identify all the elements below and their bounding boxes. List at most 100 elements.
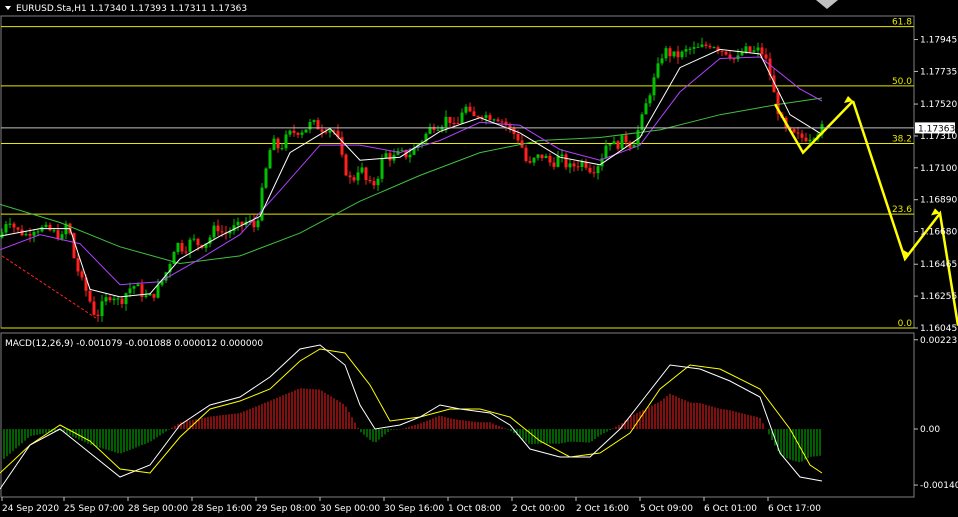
- candle-body: [352, 177, 356, 181]
- candle-body: [104, 297, 108, 302]
- candle-body: [712, 47, 716, 49]
- candle-body: [564, 154, 568, 168]
- candle-body: [176, 243, 180, 252]
- candle-body: [96, 314, 100, 316]
- candle-body: [88, 290, 92, 302]
- candle-body: [588, 167, 592, 173]
- candle-body: [28, 234, 32, 236]
- candle-body: [568, 163, 572, 168]
- candle-body: [808, 139, 812, 142]
- price-tick-label: 1.16890: [920, 196, 957, 206]
- candle-body: [596, 166, 600, 174]
- candle-body: [572, 163, 576, 167]
- candle-body: [500, 121, 504, 123]
- candle-body: [12, 223, 16, 228]
- candle-body: [60, 234, 64, 240]
- macd-tick-label: 0.00: [920, 425, 940, 435]
- time-tick-label: 28 Sep 16:00: [192, 504, 252, 514]
- trading-chart[interactable]: 61.850.038.223.60.0 1.17363 1.179451.177…: [0, 0, 958, 517]
- candle-body: [192, 238, 196, 240]
- candle-body: [132, 286, 136, 289]
- macd-tick-label: -0.001401: [920, 481, 958, 491]
- time-tick-label: 6 Oct 01:00: [704, 504, 757, 514]
- candle-body: [672, 51, 676, 57]
- candle-body: [384, 153, 388, 159]
- candle-body: [528, 161, 532, 163]
- candle-body: [196, 238, 200, 245]
- candle-body: [708, 45, 712, 48]
- candle-body: [436, 129, 440, 131]
- candle-body: [656, 63, 660, 78]
- price-tick-label: 1.16680: [920, 228, 957, 238]
- candle-body: [348, 175, 352, 178]
- candle-body: [452, 123, 456, 124]
- candle-body: [680, 51, 684, 58]
- candle-body: [408, 154, 412, 158]
- candle-body: [532, 157, 536, 163]
- candle-body: [444, 116, 448, 127]
- candle-body: [120, 298, 124, 304]
- fib-label-3: 23.6: [892, 205, 912, 215]
- candle-body: [24, 234, 28, 236]
- candle-body: [692, 47, 696, 49]
- candle-body: [760, 47, 764, 55]
- candle-body: [36, 231, 40, 233]
- candle-body: [652, 77, 656, 96]
- symbol-header: EURUSD.Sta,H1 1.17340 1.17393 1.17311 1.…: [16, 4, 247, 14]
- candle-body: [800, 133, 804, 138]
- candle-body: [540, 154, 544, 159]
- candle-body: [804, 137, 808, 142]
- candle-body: [136, 284, 140, 287]
- price-tick-label: 1.17310: [920, 132, 957, 142]
- candle-body: [732, 58, 736, 60]
- candle-body: [432, 126, 436, 130]
- candle-body: [648, 95, 652, 104]
- candle-body: [344, 154, 348, 176]
- price-tick-label: 1.16255: [920, 292, 957, 302]
- candle-body: [16, 227, 20, 230]
- candle-body: [40, 227, 44, 232]
- candle-body: [52, 230, 56, 232]
- candle-body: [56, 230, 60, 239]
- candle-body: [320, 129, 324, 132]
- candle-body: [388, 153, 392, 161]
- fib-label-0: 61.8: [892, 18, 912, 28]
- candle-body: [660, 58, 664, 64]
- candle-body: [516, 134, 520, 141]
- candle-body: [48, 224, 52, 231]
- candle-body: [112, 298, 116, 301]
- candle-body: [764, 54, 768, 59]
- price-tick-label: 1.17735: [920, 67, 957, 77]
- candle-body: [76, 258, 80, 272]
- candle-body: [472, 111, 476, 117]
- candle-body: [456, 123, 460, 125]
- candle-body: [296, 132, 300, 135]
- candle-body: [360, 167, 364, 173]
- candle-body: [368, 180, 372, 182]
- candle-body: [460, 112, 464, 124]
- candle-body: [284, 134, 288, 149]
- candle-body: [476, 116, 480, 118]
- candle-body: [684, 49, 688, 52]
- candle-body: [496, 119, 500, 122]
- candle-body: [156, 284, 160, 298]
- candle-body: [796, 132, 800, 134]
- candle-body: [4, 224, 8, 233]
- candle-body: [544, 155, 548, 158]
- time-tick-label: 30 Sep 16:00: [384, 504, 444, 514]
- candle-body: [620, 135, 624, 149]
- candle-body: [280, 148, 284, 150]
- candle-body: [124, 293, 128, 304]
- time-tick-label: 1 Oct 08:00: [448, 504, 501, 514]
- candle-body: [696, 46, 700, 48]
- candle-body: [188, 239, 192, 252]
- candle-body: [560, 154, 564, 157]
- candle-body: [524, 147, 528, 161]
- candle-body: [468, 106, 472, 112]
- candle-body: [144, 295, 148, 297]
- candle-body: [752, 50, 756, 52]
- candle-body: [268, 150, 272, 169]
- candle-body: [180, 243, 184, 252]
- time-tick-label: 28 Sep 00:00: [128, 504, 188, 514]
- macd-header: MACD(12,26,9) -0.001079 -0.001088 0.0000…: [5, 339, 263, 349]
